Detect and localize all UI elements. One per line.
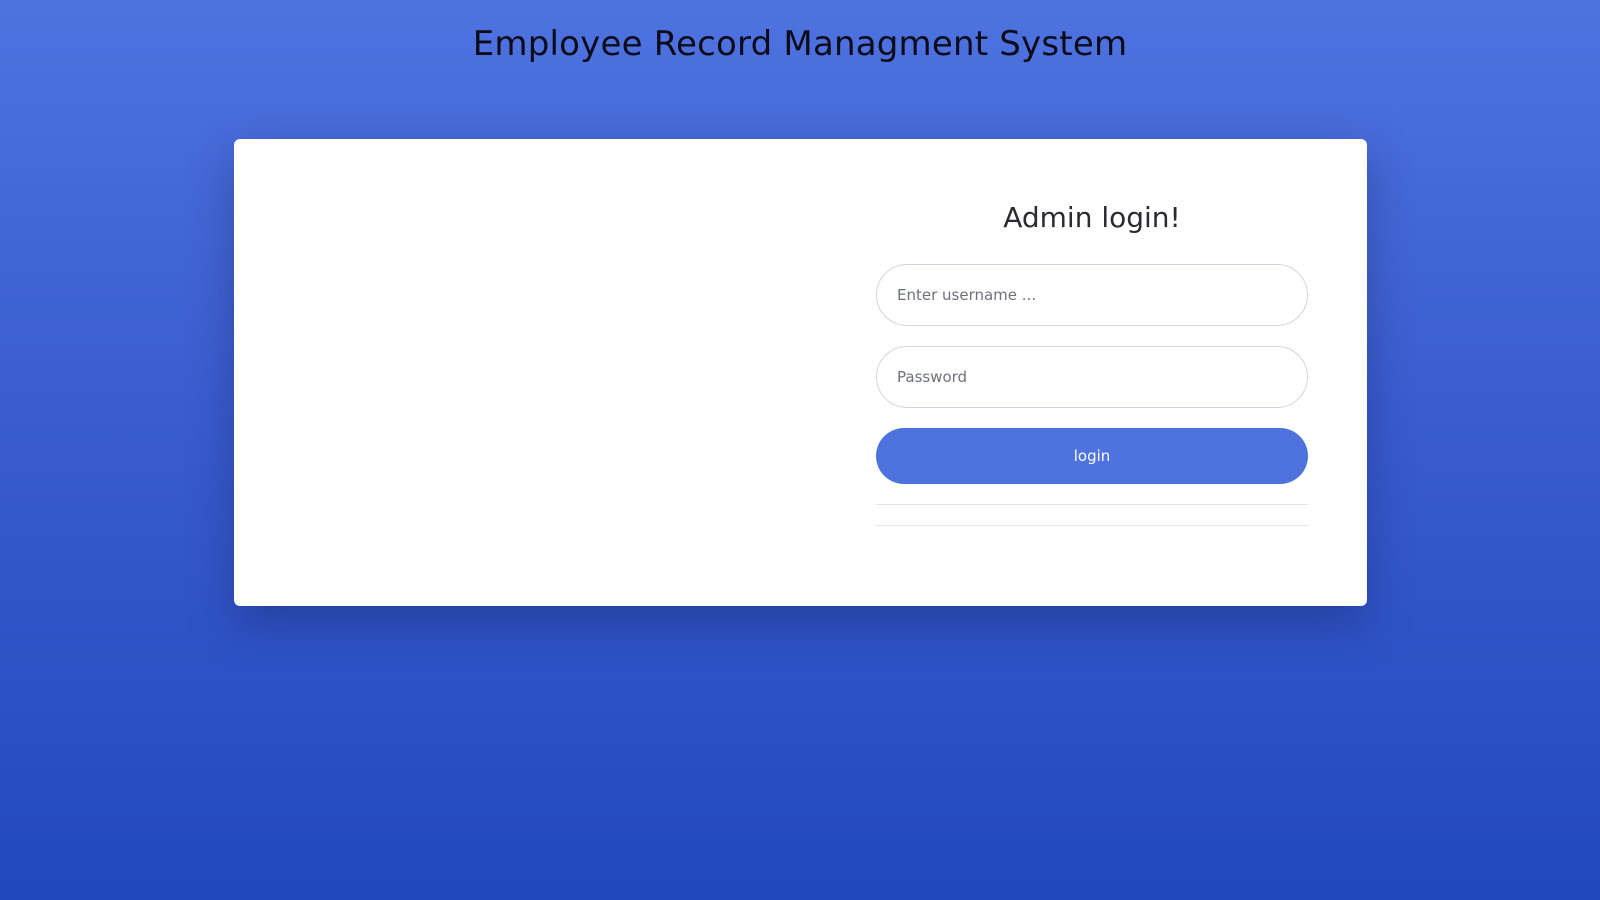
login-card: Admin login! login	[234, 139, 1367, 606]
page-title: Employee Record Managment System	[472, 24, 1128, 64]
login-panel: Admin login! login	[876, 139, 1308, 526]
login-heading: Admin login!	[1003, 201, 1181, 234]
login-button[interactable]: login	[876, 428, 1308, 484]
divider	[876, 504, 1308, 505]
divider	[876, 525, 1308, 526]
card-image-area	[234, 139, 799, 606]
password-input[interactable]	[876, 346, 1308, 408]
username-input[interactable]	[876, 264, 1308, 326]
